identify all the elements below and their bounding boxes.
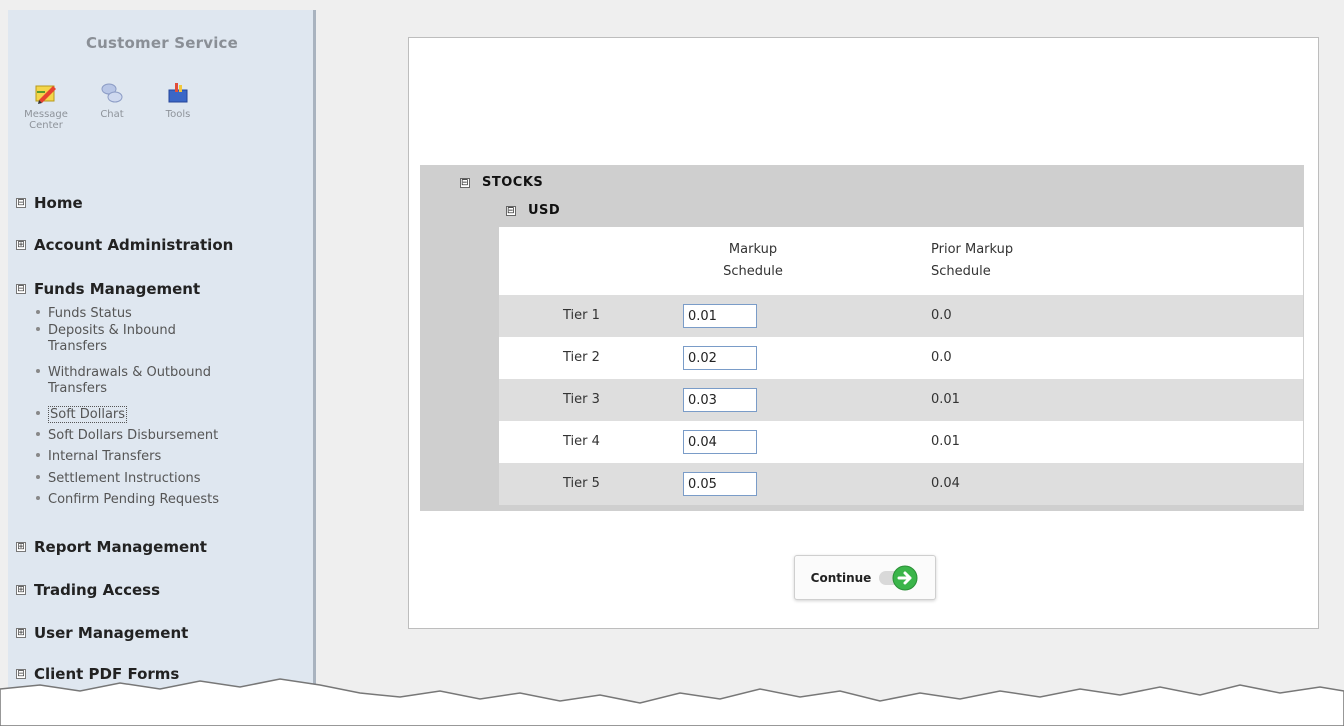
collapse-icon: ⊟ — [16, 284, 26, 294]
expand-icon: ⊞ — [16, 585, 26, 595]
arrow-right-icon — [879, 564, 919, 592]
continue-button[interactable]: Continue — [794, 555, 936, 600]
markup-input-tier-2[interactable] — [683, 346, 757, 370]
markup-input-tier-3[interactable] — [683, 388, 757, 412]
table-row: Tier 5 0.04 — [499, 463, 1303, 505]
prior-markup-value: 0.04 — [931, 476, 960, 491]
prior-markup-value: 0.01 — [931, 434, 960, 449]
markup-input-tier-5[interactable] — [683, 472, 757, 496]
page-frame: Customer Service Message Center Chat Too… — [0, 0, 1344, 726]
message-center-button[interactable]: Message Center — [16, 80, 76, 131]
nav-confirm-pending[interactable]: Confirm Pending Requests — [36, 492, 219, 508]
nav-internal-transfers[interactable]: Internal Transfers — [36, 449, 161, 465]
collapse-icon: ⊟ — [506, 205, 516, 216]
pencil-note-icon — [33, 80, 59, 106]
chat-label: Chat — [100, 109, 124, 120]
markup-schedule-header: Markup Schedule — [723, 242, 783, 279]
markup-input-tier-4[interactable] — [683, 430, 757, 454]
chat-bubbles-icon — [99, 80, 125, 106]
group-stocks[interactable]: ⊟ STOCKS — [460, 175, 543, 190]
prior-markup-schedule-header: Prior Markup Schedule — [931, 242, 1014, 279]
table-row: Tier 1 0.0 — [499, 295, 1303, 337]
expand-icon: ⊞ — [16, 542, 26, 552]
markup-input-tier-1[interactable] — [683, 304, 757, 328]
nav-trading-access[interactable]: ⊞ Trading Access — [16, 581, 160, 599]
table-row: Tier 2 0.0 — [499, 337, 1303, 379]
nav-withdrawals-outbound[interactable]: Withdrawals & Outbound Transfers — [36, 365, 211, 397]
prior-markup-value: 0.0 — [931, 308, 952, 323]
tier-label: Tier 2 — [563, 350, 600, 365]
nav-account-administration[interactable]: ⊞ Account Administration — [16, 236, 233, 254]
nav-user-management[interactable]: ⊞ User Management — [16, 624, 188, 642]
tier-label: Tier 3 — [563, 392, 600, 407]
nav-soft-dollars-disbursement[interactable]: Soft Dollars Disbursement — [36, 428, 218, 444]
tier-label: Tier 1 — [563, 308, 600, 323]
prior-markup-value: 0.0 — [931, 350, 952, 365]
nav-home[interactable]: ⊟ Home — [16, 194, 83, 212]
collapse-icon: ⊟ — [460, 177, 470, 188]
tools-label: Tools — [165, 109, 191, 120]
markup-table: Markup Schedule Prior Markup Schedule Ti… — [499, 227, 1303, 505]
chat-button[interactable]: Chat — [82, 80, 142, 120]
markup-schedule-section: ⊟ STOCKS ⊟ USD Markup Schedule Prior Mar… — [420, 165, 1304, 511]
tier-label: Tier 5 — [563, 476, 600, 491]
toolbox-icon — [165, 80, 191, 106]
nav-report-management[interactable]: ⊞ Report Management — [16, 538, 207, 556]
sidebar: Customer Service Message Center Chat Too… — [8, 10, 316, 726]
table-row: Tier 4 0.01 — [499, 421, 1303, 463]
nav-funds-management[interactable]: ⊟ Funds Management — [16, 280, 200, 298]
nav-deposits-inbound[interactable]: Deposits & Inbound Transfers — [36, 323, 176, 355]
torn-edge-decoration — [0, 678, 1344, 726]
prior-markup-value: 0.01 — [931, 392, 960, 407]
nav-soft-dollars[interactable]: Soft Dollars — [36, 406, 128, 423]
nav-settlement-instructions[interactable]: Settlement Instructions — [36, 471, 201, 487]
table-header: Markup Schedule Prior Markup Schedule — [499, 227, 1303, 295]
customer-service-title: Customer Service — [85, 34, 239, 52]
tools-button[interactable]: Tools — [148, 80, 208, 120]
expand-icon: ⊞ — [16, 240, 26, 250]
table-row: Tier 3 0.01 — [499, 379, 1303, 421]
tier-label: Tier 4 — [563, 434, 600, 449]
collapse-icon: ⊟ — [16, 198, 26, 208]
nav-funds-status[interactable]: Funds Status — [36, 306, 132, 322]
expand-icon: ⊞ — [16, 628, 26, 638]
group-usd[interactable]: ⊟ USD — [506, 203, 560, 218]
main-panel: ⊟ STOCKS ⊟ USD Markup Schedule Prior Mar… — [408, 37, 1319, 629]
message-center-label: Message Center — [24, 109, 68, 131]
